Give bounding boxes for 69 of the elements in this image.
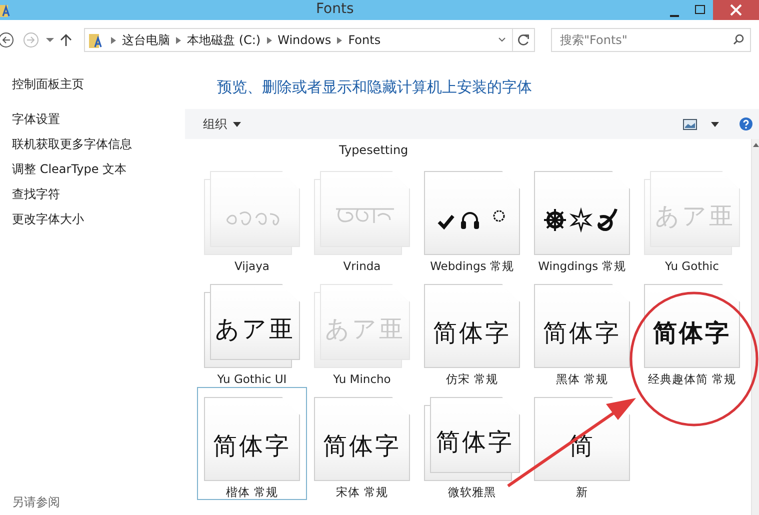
- close-button[interactable]: [713, 0, 759, 20]
- font-name: Webdings 常规: [430, 259, 514, 273]
- sidebar-link[interactable]: 更改字体大小: [12, 211, 185, 228]
- font-tile[interactable]: Vrinda: [307, 161, 417, 274]
- organize-menu[interactable]: 组织: [203, 116, 241, 132]
- caret-icon: [233, 122, 241, 126]
- chevron-right-icon[interactable]: [266, 36, 272, 44]
- font-sample: 简体字: [543, 318, 621, 349]
- see-also-heading: 另请参阅: [12, 494, 61, 511]
- font-name: 经典趣体简 常规: [648, 372, 736, 386]
- search-field[interactable]: 搜索"Fonts": [551, 28, 751, 52]
- scroll-up-icon[interactable]: [752, 143, 758, 147]
- minimize-icon: [670, 15, 678, 17]
- caret-icon[interactable]: [711, 122, 719, 126]
- page-heading: 预览、删除或者显示和隐藏计算机上安装的字体: [216, 77, 533, 98]
- search-icon: [733, 34, 744, 45]
- chevron-down-icon[interactable]: [498, 37, 506, 43]
- font-name: 宋体 常规: [336, 485, 388, 499]
- window-title: Fonts: [316, 0, 354, 18]
- maximize-icon: [695, 5, 705, 15]
- view-icon[interactable]: [683, 118, 697, 130]
- font-sample: 简体字: [323, 431, 401, 462]
- font-name: 新: [576, 485, 588, 499]
- font-label: Typesetting: [339, 143, 410, 159]
- breadcrumb-segment[interactable]: Fonts: [348, 33, 381, 47]
- font-name: Vrinda: [343, 259, 381, 273]
- font-name: Yu Gothic UI: [217, 372, 287, 386]
- chevron-right-icon[interactable]: [111, 36, 116, 44]
- font-name: Wingdings 常规: [538, 259, 626, 273]
- font-tile[interactable]: Webdings 常规: [417, 161, 527, 274]
- address-bar[interactable]: 这台电脑 本地磁盘 (C:) Windows Fonts: [84, 28, 535, 52]
- font-name: 仿宋 常规: [446, 372, 498, 386]
- font-tile[interactable]: 简体字 经典趣体简 常规: [637, 274, 747, 387]
- font-name: 黑体 常规: [556, 372, 608, 386]
- close-icon: [730, 4, 742, 16]
- breadcrumb-segment[interactable]: 这台电脑: [122, 32, 170, 48]
- sidebar-link[interactable]: 控制面板主页: [12, 76, 185, 93]
- sidebar-link[interactable]: 字体设置: [12, 111, 185, 128]
- font-sample: 简体字: [213, 431, 291, 462]
- up-arrow-icon[interactable]: [60, 33, 72, 47]
- chevron-right-icon[interactable]: [176, 36, 181, 44]
- chevron-right-icon[interactable]: [337, 36, 342, 44]
- font-name: 楷体 常规: [226, 485, 278, 499]
- font-name: 微软雅黑: [448, 485, 496, 499]
- font-sample: 简体字: [653, 318, 731, 349]
- check-headphones-circle-icon: [437, 208, 507, 232]
- font-tile[interactable]: 简体字 黑体 常规: [527, 274, 637, 387]
- font-name: Yu Mincho: [333, 372, 391, 386]
- breadcrumb-segment[interactable]: 本地磁盘 (C:): [187, 32, 261, 48]
- font-sample: あア亜: [215, 314, 295, 345]
- back-icon[interactable]: [0, 31, 16, 49]
- font-tile[interactable]: 简体字 宋体 常规: [307, 387, 417, 500]
- font-tile[interactable]: Wingdings 常规: [527, 161, 637, 274]
- sidebar-link[interactable]: 联机获取更多字体信息: [12, 136, 185, 153]
- font-tile[interactable]: 简体字 微软雅黑: [417, 387, 527, 500]
- font-name: Vijaya: [234, 259, 270, 273]
- font-tile[interactable]: あア亜 Yu Gothic UI: [197, 274, 307, 387]
- sidebar-link[interactable]: 查找字符: [12, 186, 185, 203]
- font-name: Yu Gothic: [665, 259, 719, 273]
- folder-font-icon: [0, 3, 12, 17]
- font-tile[interactable]: 简体字 楷体 常规: [197, 387, 307, 500]
- wheel-star-swirl-icon: [544, 207, 620, 233]
- breadcrumb-segment[interactable]: Windows: [278, 33, 332, 47]
- font-tile[interactable]: Vijaya: [197, 161, 307, 274]
- font-sample: 简体字: [433, 318, 511, 349]
- font-tile[interactable]: 简体字 仿宋 常规: [417, 274, 527, 387]
- font-sample: 简体字: [436, 427, 514, 458]
- sidebar-link[interactable]: 调整 ClearType 文本: [12, 161, 185, 178]
- help-icon[interactable]: [739, 117, 753, 131]
